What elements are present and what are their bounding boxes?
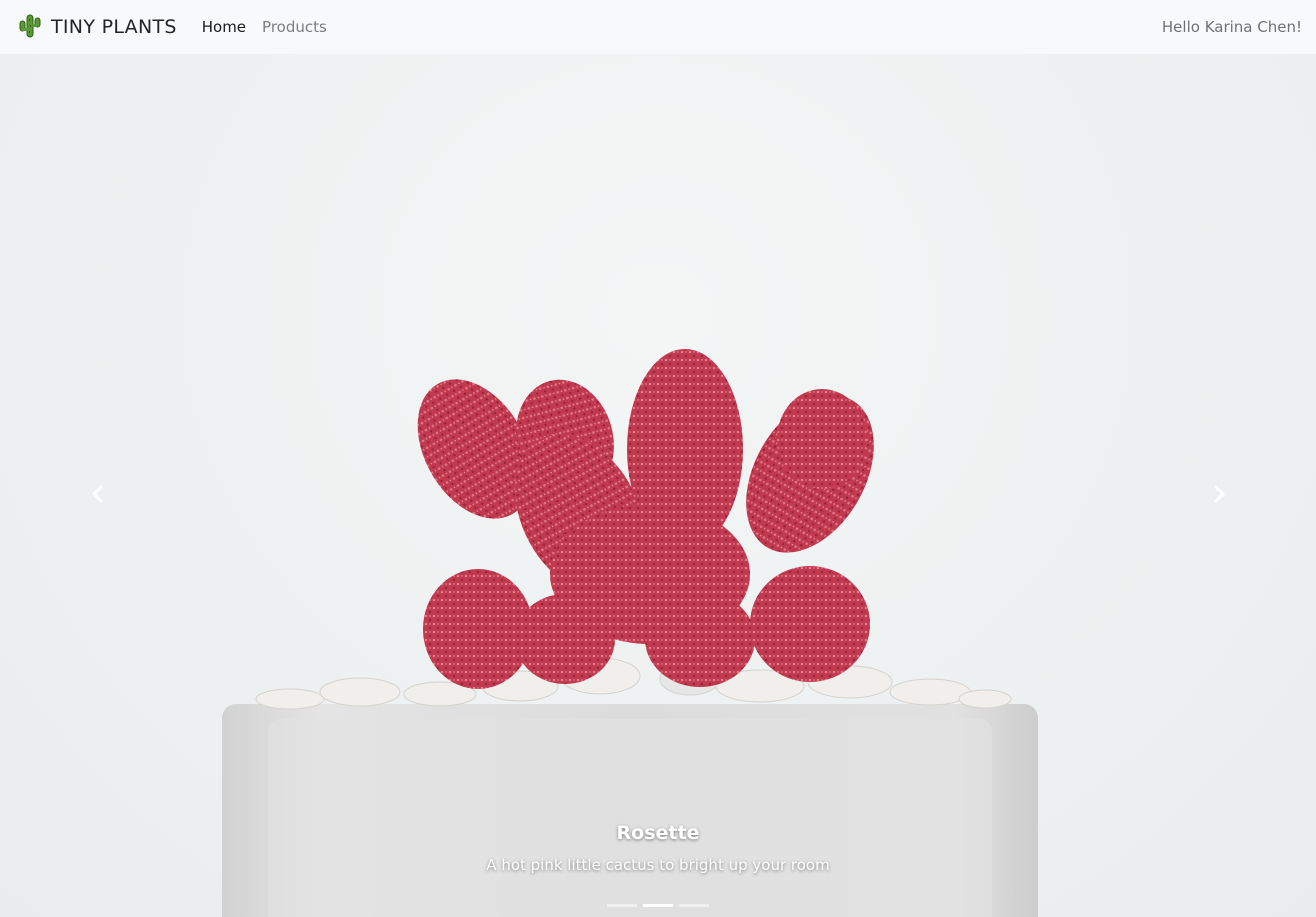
- nav-links: Home Products: [202, 18, 343, 36]
- carousel-indicator[interactable]: [679, 904, 709, 907]
- carousel-next-button[interactable]: [1201, 474, 1237, 514]
- brand[interactable]: TINY PLANTS: [18, 14, 177, 40]
- slide-title: Rosette: [616, 822, 700, 844]
- slide-description: A hot pink little cactus to bright up yo…: [486, 856, 830, 874]
- carousel-indicators: [0, 904, 1316, 907]
- hero-carousel: Rosette A hot pink little cactus to brig…: [0, 54, 1316, 917]
- nav-link-products[interactable]: Products: [262, 18, 327, 36]
- navbar: TINY PLANTS Home Products Hello Karina C…: [0, 0, 1316, 54]
- carousel-indicator[interactable]: [643, 904, 673, 907]
- nav-link-home[interactable]: Home: [202, 18, 246, 36]
- chevron-right-icon: [1213, 484, 1226, 504]
- carousel-indicator[interactable]: [607, 904, 637, 907]
- user-greeting: Hello Karina Chen!: [1161, 18, 1302, 36]
- brand-name: TINY PLANTS: [51, 16, 177, 38]
- chevron-left-icon: [91, 484, 104, 504]
- cactus-icon: [18, 14, 42, 40]
- cactus-slide-image: [222, 349, 1038, 917]
- carousel-prev-button[interactable]: [80, 474, 116, 514]
